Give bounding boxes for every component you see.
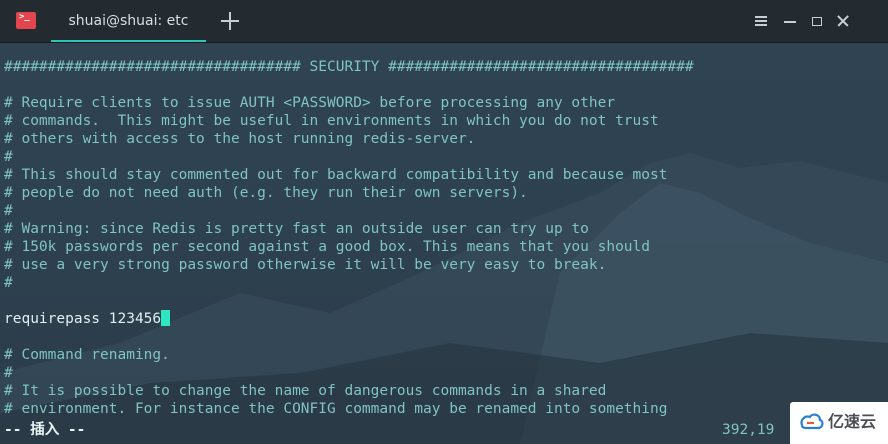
editor-line: # environment. For instance the CONFIG c… [4, 400, 694, 418]
line-text: # others with access to the host running… [4, 131, 476, 147]
terminal-window: >_ shuai@shuai: etc ####################… [0, 0, 888, 444]
watermark: 亿速云 [790, 402, 888, 444]
editor-line: # commands. This might be useful in envi… [4, 112, 694, 130]
terminal-content[interactable]: ################################## SECUR… [0, 43, 888, 444]
editor-line: # It is possible to change the name of d… [4, 382, 694, 400]
title-bar: >_ shuai@shuai: etc [0, 0, 888, 43]
editor-line: # Command renaming. [4, 346, 694, 364]
close-icon[interactable] [834, 12, 852, 30]
config-line: requirepass 123456 [4, 310, 694, 328]
line-text: # This should stay commented out for bac… [4, 167, 668, 183]
line-text: # Warning: since Redis is pretty fast an… [4, 221, 589, 237]
line-text: # Require clients to issue AUTH <PASSWOR… [4, 95, 616, 111]
line-text: # [4, 365, 13, 381]
editor-line: # [4, 364, 694, 382]
line-text: # [4, 149, 13, 165]
line-text: # [4, 203, 13, 219]
watermark-text: 亿速云 [828, 412, 877, 431]
tab-title: shuai@shuai: etc [68, 13, 189, 29]
hamburger-menu-icon[interactable] [752, 12, 770, 30]
editor-line: ################################## SECUR… [4, 58, 694, 76]
text-cursor [161, 310, 171, 326]
tab-terminal[interactable]: shuai@shuai: etc [51, 0, 206, 42]
active-tab-indicator [51, 40, 206, 42]
line-text: # It is possible to change the name of d… [4, 383, 607, 399]
line-text: # 150k passwords per second against a go… [4, 239, 651, 255]
editor-line: # people do not need auth (e.g. they run… [4, 184, 694, 202]
line-text: # use a very strong password otherwise i… [4, 257, 607, 273]
editor-line: # 150k passwords per second against a go… [4, 238, 694, 256]
editor-line: # [4, 202, 694, 220]
editor-line: # [4, 274, 694, 292]
cursor-position: 392,19 [722, 422, 775, 438]
editor-line: # [4, 148, 694, 166]
line-text: # [4, 275, 13, 291]
line-text: # Command renaming. [4, 347, 170, 363]
line-text: # people do not need auth (e.g. they run… [4, 185, 528, 201]
terminal-icon[interactable]: >_ [16, 12, 36, 29]
line-text: # commands. This might be useful in envi… [4, 113, 659, 129]
editor-text: ################################## SECUR… [4, 58, 694, 418]
maximize-icon[interactable] [808, 12, 826, 30]
editor-mode: -- 插入 -- [4, 422, 86, 438]
editor-line: # others with access to the host running… [4, 130, 694, 148]
minimize-icon[interactable] [781, 12, 799, 30]
vim-status-bar: -- 插入 -- 392,19 [0, 417, 888, 444]
line-text: # environment. For instance the CONFIG c… [4, 401, 668, 417]
editor-line: # Require clients to issue AUTH <PASSWOR… [4, 94, 694, 112]
watermark-logo-icon [800, 413, 824, 430]
editor-line: # This should stay commented out for bac… [4, 166, 694, 184]
editor-line: # Warning: since Redis is pretty fast an… [4, 220, 694, 238]
plus-icon[interactable] [219, 10, 241, 32]
line-text: ################################## SECUR… [4, 59, 694, 75]
line-text: requirepass 123456 [4, 311, 162, 327]
editor-line: # use a very strong password otherwise i… [4, 256, 694, 274]
